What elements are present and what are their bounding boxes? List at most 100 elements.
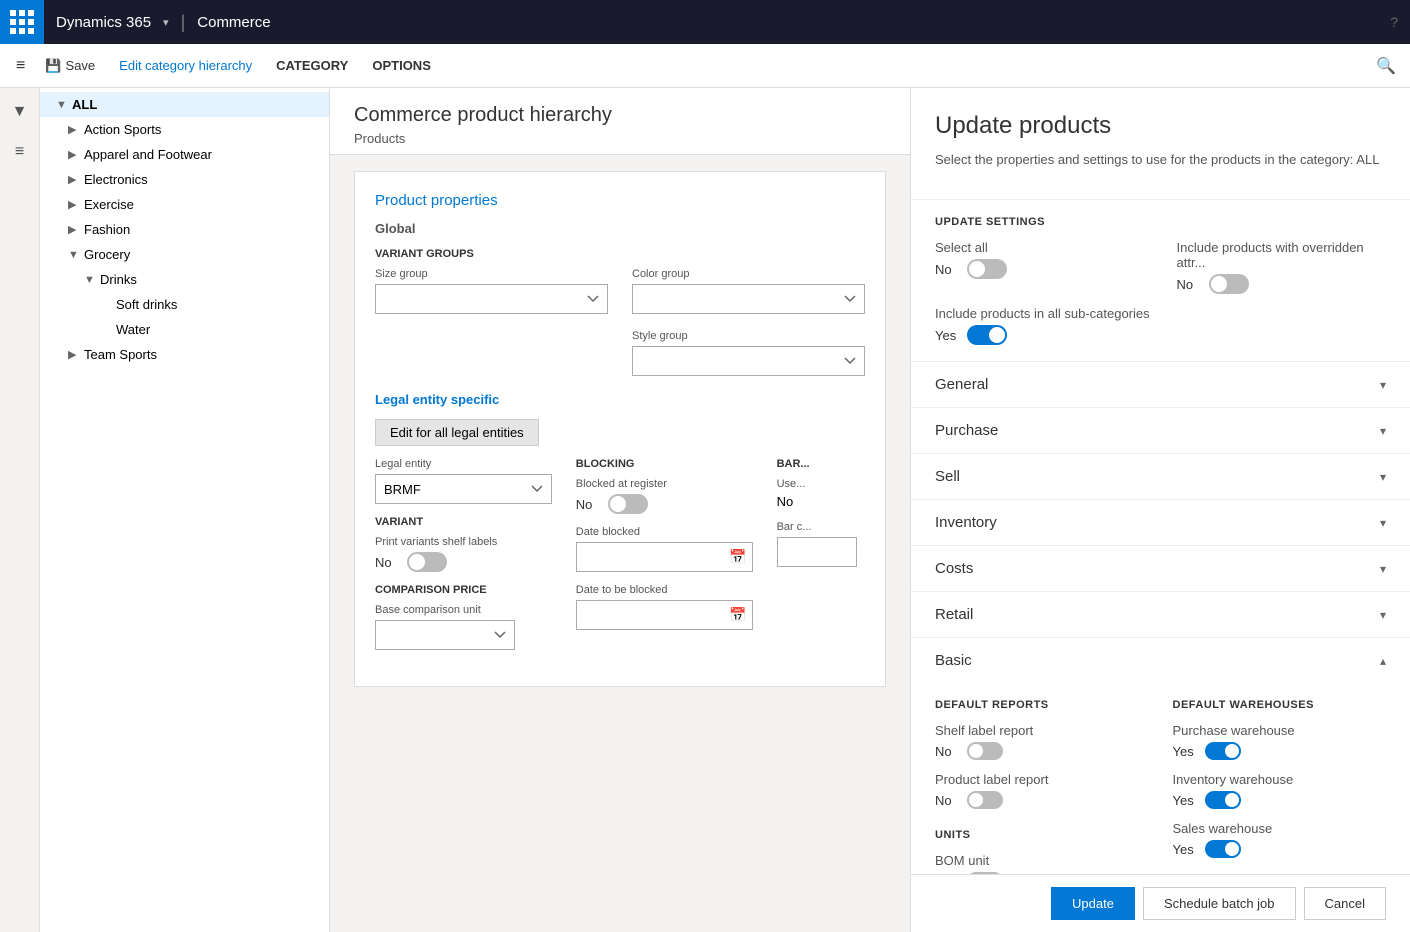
select-all-value: No (935, 262, 959, 277)
right-panel: Update products Select the properties an… (910, 88, 1410, 932)
tree-item-soft-drinks[interactable]: Soft drinks (40, 292, 329, 317)
base-comparison-unit-label: Base comparison unit (375, 604, 552, 616)
accordion-basic-chevron: ▴ (1380, 654, 1386, 668)
accordion-basic-body: DEFAULT REPORTS Shelf label report No (911, 683, 1410, 874)
date-blocked-group: Date blocked 📅 (576, 526, 753, 572)
date-to-be-blocked-input[interactable] (576, 600, 753, 630)
bar-code-input[interactable] (777, 537, 857, 567)
legal-entity-select[interactable]: BRMF (375, 474, 552, 504)
legal-entity-row: Legal entity BRMF VARIANT Print variants… (375, 458, 865, 650)
tree-item-grocery[interactable]: ▼ Grocery (40, 242, 329, 267)
select-all-toggle[interactable] (967, 259, 1007, 279)
tree-item-electronics[interactable]: ▶ Electronics (40, 167, 329, 192)
menu-icon[interactable]: ≡ (8, 49, 33, 83)
update-button[interactable]: Update (1051, 887, 1135, 920)
print-variants-toggle[interactable] (407, 552, 447, 572)
accordion-inventory-title: Inventory (935, 514, 997, 531)
accordion-purchase-header[interactable]: Purchase ▾ (911, 408, 1410, 453)
inventory-warehouse-toggle[interactable] (1205, 791, 1241, 809)
color-group-label: Color group (632, 268, 865, 280)
accordion-sell-header[interactable]: Sell ▾ (911, 454, 1410, 499)
product-properties-title: Product properties (375, 192, 865, 209)
blocked-at-register-value: No (576, 497, 600, 512)
label-drinks: Drinks (100, 272, 321, 287)
size-group-select[interactable] (375, 284, 608, 314)
tree-item-drinks[interactable]: ▼ Drinks (40, 267, 329, 292)
include-sub-cats-toggle-wrap: Yes (935, 325, 1386, 345)
accordion-basic-title: Basic (935, 652, 972, 669)
shelf-label-report-value: No (935, 744, 959, 759)
filter-icon[interactable]: ▼ (4, 96, 36, 128)
help-icon[interactable]: ? (1378, 6, 1410, 38)
size-group-label: Size group (375, 268, 608, 280)
variant-section: VARIANT Print variants shelf labels No (375, 516, 552, 572)
options-tab[interactable]: OPTIONS (360, 52, 443, 79)
label-exercise: Exercise (84, 197, 321, 212)
print-variants-label: Print variants shelf labels (375, 536, 552, 548)
tree-item-fashion[interactable]: ▶ Fashion (40, 217, 329, 242)
update-settings-title: UPDATE SETTINGS (935, 216, 1386, 228)
tree-item-apparel[interactable]: ▶ Apparel and Footwear (40, 142, 329, 167)
legal-entity-col: Legal entity BRMF VARIANT Print variants… (375, 458, 552, 650)
edit-category-hierarchy-button[interactable]: Edit category hierarchy (107, 52, 264, 79)
inventory-warehouse-value: Yes (1173, 793, 1197, 808)
accordion-purchase-chevron: ▾ (1380, 424, 1386, 438)
include-overridden-label: Include products with overridden attr... (1177, 240, 1387, 270)
comparison-price-title: COMPARISON PRICE (375, 584, 552, 596)
purchase-warehouse-wrap: Yes (1173, 742, 1387, 760)
cancel-button[interactable]: Cancel (1304, 887, 1386, 920)
edit-all-legal-entities-button[interactable]: Edit for all legal entities (375, 419, 539, 446)
units-title: UNITS (935, 829, 1149, 841)
bar-no-label: No (777, 494, 865, 509)
module-name[interactable]: Commerce (197, 14, 270, 31)
accordion-general-header[interactable]: General ▾ (911, 362, 1410, 407)
tree-item-exercise[interactable]: ▶ Exercise (40, 192, 329, 217)
save-button[interactable]: 💾 Save (33, 52, 107, 80)
tree-item-team-sports[interactable]: ▶ Team Sports (40, 342, 329, 367)
color-group-select[interactable] (632, 284, 865, 314)
accordion-basic-header[interactable]: Basic ▴ (911, 638, 1410, 683)
product-label-report-toggle[interactable] (967, 791, 1003, 809)
style-group-label: Style group (632, 330, 865, 342)
date-blocked-input[interactable] (576, 542, 753, 572)
shelf-label-report-toggle[interactable] (967, 742, 1003, 760)
search-button[interactable]: 🔍 (1370, 50, 1402, 82)
comparison-price-section: COMPARISON PRICE Base comparison unit (375, 584, 552, 650)
tree-item-action-sports[interactable]: ▶ Action Sports (40, 117, 329, 142)
chevron-team-sports: ▶ (68, 348, 84, 361)
accordion-costs-header[interactable]: Costs ▾ (911, 546, 1410, 591)
category-tab[interactable]: CATEGORY (264, 52, 360, 79)
waffle-menu[interactable] (0, 0, 44, 44)
schedule-batch-job-button[interactable]: Schedule batch job (1143, 887, 1296, 920)
accordion-purchase-title: Purchase (935, 422, 998, 439)
brand-name[interactable]: Dynamics 365 (56, 14, 151, 31)
blocking-col: BLOCKING Blocked at register No Date blo… (576, 458, 753, 650)
accordion-retail: Retail ▾ (911, 592, 1410, 638)
toolbar: ≡ 💾 Save Edit category hierarchy CATEGOR… (0, 44, 1410, 88)
accordion-retail-title: Retail (935, 606, 973, 623)
base-comparison-unit-select[interactable] (375, 620, 515, 650)
bom-unit-toggle[interactable] (967, 872, 1003, 874)
label-soft-drinks: Soft drinks (116, 297, 321, 312)
shelf-label-report-field: Shelf label report No (935, 723, 1149, 760)
blocked-at-register-wrap: No (576, 494, 753, 514)
include-sub-cats-toggle[interactable] (967, 325, 1007, 345)
units-section: UNITS BOM unit No (935, 829, 1149, 874)
chevron-apparel: ▶ (68, 148, 84, 161)
accordion-sell: Sell ▾ (911, 454, 1410, 500)
tree-item-water[interactable]: Water (40, 317, 329, 342)
style-group-select[interactable] (632, 346, 865, 376)
accordion-inventory-header[interactable]: Inventory ▾ (911, 500, 1410, 545)
include-overridden-toggle[interactable] (1209, 274, 1249, 294)
nav-separator: | (181, 12, 186, 33)
variant-groups-row: Size group Color group (375, 268, 865, 314)
blocked-at-register-toggle[interactable] (608, 494, 648, 514)
tree-item-all[interactable]: ▼ ALL (40, 92, 329, 117)
default-warehouses-title: DEFAULT WAREHOUSES (1173, 699, 1387, 711)
purchase-warehouse-toggle[interactable] (1205, 742, 1241, 760)
accordion-retail-header[interactable]: Retail ▾ (911, 592, 1410, 637)
product-properties-card: Product properties Global VARIANT GROUPS… (354, 171, 886, 687)
hamburger-icon[interactable]: ≡ (4, 136, 36, 168)
sales-warehouse-toggle[interactable] (1205, 840, 1241, 858)
select-all-toggle-wrap: No (935, 259, 1145, 279)
